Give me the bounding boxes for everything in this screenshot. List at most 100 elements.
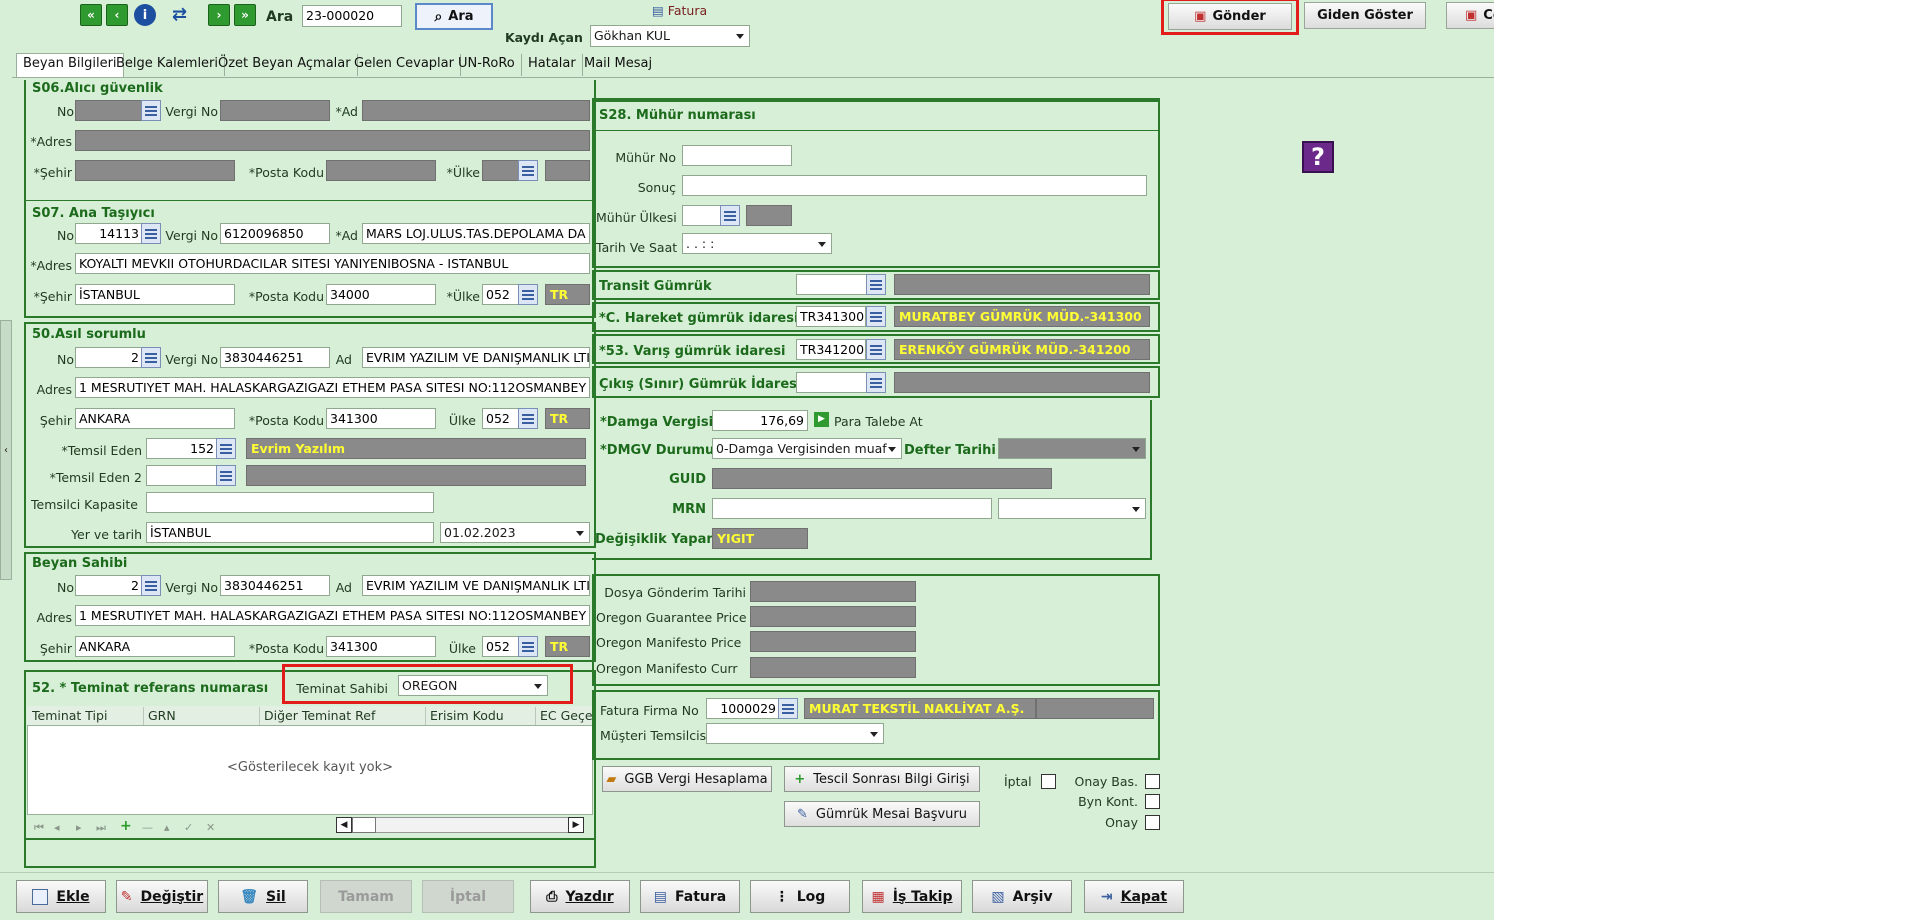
- hareket-picker[interactable]: [866, 306, 886, 327]
- s50-no-input[interactable]: 2: [75, 347, 143, 368]
- col-ec-gecer[interactable]: EC Geçer: [536, 707, 592, 725]
- s50-yer-input[interactable]: İSTANBUL: [146, 522, 434, 543]
- tab-belge-kalemleri[interactable]: Belge Kalemleri: [110, 54, 226, 76]
- s06-no-input[interactable]: [75, 100, 143, 121]
- scroll-thumb[interactable]: [352, 817, 376, 833]
- s06-posta-input[interactable]: [326, 160, 436, 181]
- s06-vergi-input[interactable]: [220, 100, 330, 121]
- arsiv-button[interactable]: ▧ Arşiv: [972, 880, 1072, 913]
- grid-add-icon[interactable]: +: [120, 818, 132, 834]
- play-icon[interactable]: ▶: [814, 412, 829, 427]
- s06-adres-input[interactable]: [75, 130, 590, 151]
- bs-ulke-picker[interactable]: [518, 636, 538, 657]
- mrn-input[interactable]: [712, 498, 992, 519]
- bs-vergi-input[interactable]: 3830446251: [220, 575, 330, 596]
- damga-input[interactable]: 176,69: [712, 410, 808, 431]
- grid-check-icon[interactable]: ✓: [184, 821, 193, 834]
- transit-picker[interactable]: [866, 274, 886, 295]
- search-input[interactable]: 23-000020: [302, 5, 402, 27]
- s06-sehir-input[interactable]: [75, 160, 235, 181]
- ara-button[interactable]: ⌕ Ara: [415, 3, 493, 30]
- s50-vergi-input[interactable]: 3830446251: [220, 347, 330, 368]
- iptal-button[interactable]: İptal: [422, 880, 514, 913]
- kapat-button[interactable]: ⇥ Kapat: [1084, 880, 1184, 913]
- yazdir-button[interactable]: ⎙ Yazdır: [530, 880, 630, 913]
- tab-mail-mesaj[interactable]: Mail Mesaj: [578, 54, 658, 76]
- bs-no-input[interactable]: 2: [75, 575, 143, 596]
- fatura-link[interactable]: ▤ Fatura: [652, 3, 707, 18]
- scroll-right-icon[interactable]: ▶: [568, 817, 584, 833]
- bs-posta-input[interactable]: 341300: [326, 636, 436, 657]
- iptal-checkbox[interactable]: [1041, 774, 1056, 789]
- log-button[interactable]: ⋮ Log: [750, 880, 850, 913]
- tab-hatalar[interactable]: Hatalar: [522, 54, 583, 76]
- muhur-ulkesi-picker[interactable]: [720, 205, 740, 226]
- s06-ad-input[interactable]: [362, 100, 590, 121]
- tab-beyan-bilgileri[interactable]: Beyan Bilgileri: [16, 53, 124, 77]
- s50-tarih-select[interactable]: 01.02.2023: [440, 522, 590, 543]
- s07-vergi-input[interactable]: 6120096850: [220, 223, 330, 244]
- s07-sehir-input[interactable]: İSTANBUL: [75, 284, 235, 305]
- s07-no-input[interactable]: 14113: [75, 223, 143, 244]
- s50-no-picker[interactable]: [141, 347, 161, 368]
- cikis-picker[interactable]: [866, 372, 886, 393]
- tab-ozet-beyan-acmalar[interactable]: Özet Beyan Açmalar: [212, 54, 358, 76]
- para-talebe-at[interactable]: Para Talebe At: [834, 414, 923, 429]
- col-teminat-tipi[interactable]: Teminat Tipi: [28, 707, 144, 725]
- kaydi-acan-select[interactable]: Gökhan KUL: [590, 25, 750, 47]
- grid-up-icon[interactable]: ▴: [164, 821, 170, 834]
- musteri-select[interactable]: [706, 723, 884, 744]
- scroll-left-icon[interactable]: ◀: [336, 817, 352, 833]
- bs-sehir-input[interactable]: ANKARA: [75, 636, 235, 657]
- bs-no-picker[interactable]: [141, 575, 161, 596]
- s50-ad-input[interactable]: EVRIM YAZILIM VE DANIŞMANLIK LTI: [362, 347, 590, 368]
- col-erisim-kodu[interactable]: Erisim Kodu: [426, 707, 536, 725]
- bs-adres-input[interactable]: 1 MESRUTIYET MAH. HALASKARGAZIGAZI ETHEM…: [75, 605, 590, 626]
- varis-picker[interactable]: [866, 339, 886, 360]
- grid-last-icon[interactable]: ⏭: [96, 821, 106, 835]
- ekle-button[interactable]: Ekle: [16, 880, 106, 913]
- grid-first-icon[interactable]: ⏮: [34, 821, 44, 835]
- first-record-button[interactable]: «: [80, 4, 102, 26]
- s50-sehir-input[interactable]: ANKARA: [75, 408, 235, 429]
- s07-no-picker[interactable]: [141, 223, 161, 244]
- s50-temsil-eden-picker[interactable]: [216, 438, 236, 459]
- sil-button[interactable]: 🗑 Sil: [218, 880, 308, 913]
- degistir-button[interactable]: ✎ Değiştir: [116, 880, 208, 913]
- col-diger-teminat-ref[interactable]: Diğer Teminat Ref: [260, 707, 426, 725]
- s07-adres-input[interactable]: KOYALTI MEVKII OTOHURDACILAR SITESI YANI…: [75, 253, 590, 274]
- ce-button[interactable]: ▣Ce: [1446, 2, 1494, 29]
- ggb-button[interactable]: ▰ GGB Vergi Hesaplama: [602, 766, 772, 792]
- tescil-button[interactable]: + Tescil Sonrası Bilgi Girişi: [784, 766, 980, 792]
- s50-temsil-eden2-picker[interactable]: [216, 465, 236, 486]
- varis-input[interactable]: TR341200: [796, 339, 866, 360]
- s50-temsil-eden-input[interactable]: 152: [146, 438, 218, 459]
- muhur-no-input[interactable]: [682, 145, 792, 166]
- info-icon[interactable]: i: [134, 4, 156, 26]
- fatura-button[interactable]: ▤ Fatura: [640, 880, 740, 913]
- s07-ulke-picker[interactable]: [518, 284, 538, 305]
- tamam-button[interactable]: Tamam: [320, 880, 412, 913]
- fatura-firma-picker[interactable]: [778, 698, 798, 719]
- s06-ulke-picker[interactable]: [518, 160, 538, 181]
- last-record-button[interactable]: »: [234, 4, 256, 26]
- s50-adres-input[interactable]: 1 MESRUTIYET MAH. HALASKARGAZIGAZI ETHEM…: [75, 377, 590, 398]
- hareket-input[interactable]: TR341300: [796, 306, 866, 327]
- sonuc-input[interactable]: [682, 175, 1147, 196]
- s07-posta-input[interactable]: 34000: [326, 284, 436, 305]
- mrn-select[interactable]: [998, 498, 1146, 519]
- grid-cancel-icon[interactable]: ✕: [206, 821, 215, 834]
- tarih-saat-select[interactable]: . . : :: [682, 233, 832, 254]
- help-icon[interactable]: ?: [1302, 141, 1334, 173]
- s50-posta-input[interactable]: 341300: [326, 408, 436, 429]
- fatura-firma-input[interactable]: 1000029: [706, 698, 780, 719]
- bs-ad-input[interactable]: EVRIM YAZILIM VE DANIŞMANLIK LTI: [362, 575, 590, 596]
- s50-kapasite-input[interactable]: [146, 492, 434, 513]
- tab-un-roro[interactable]: UN-RoRo: [452, 54, 522, 76]
- mesai-button[interactable]: ✎ Gümrük Mesai Başvuru: [784, 801, 980, 827]
- s07-ad-input[interactable]: MARS LOJ.ULUS.TAS.DEPOLAMA DA: [362, 223, 590, 244]
- defter-tarihi-select[interactable]: [998, 438, 1146, 459]
- grid-next-icon[interactable]: ▸: [76, 821, 82, 834]
- giden-goster-button[interactable]: Giden Göster: [1304, 2, 1426, 29]
- onay-checkbox[interactable]: [1145, 815, 1160, 830]
